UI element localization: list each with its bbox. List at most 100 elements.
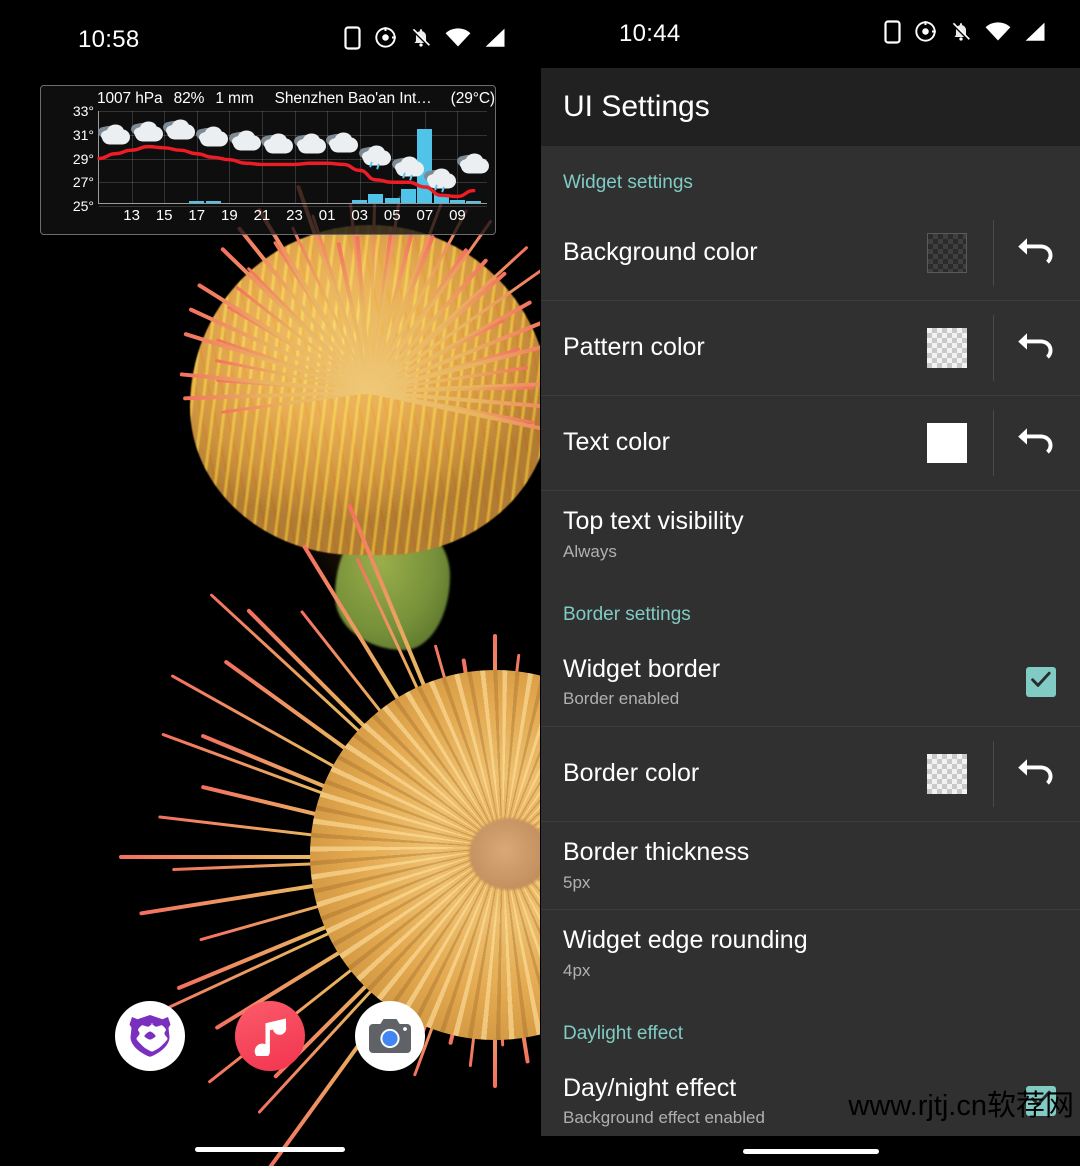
home-dock: [0, 1001, 540, 1071]
settings-row-widget-edge-rounding[interactable]: Widget edge rounding 4px: [541, 909, 1080, 997]
left-status-bar: 10:58: [0, 0, 540, 80]
row-text-group: Border thickness 5px: [563, 838, 1080, 893]
row-subtitle-top-text-visibility: Always: [563, 541, 617, 561]
x-axis-label: 23: [286, 207, 303, 224]
undo-arrow-icon: [1017, 755, 1057, 794]
y-axis-label: 27°: [72, 174, 94, 191]
undo-button-border-color[interactable]: [994, 755, 1080, 794]
section-header-2: Daylight effect: [563, 1023, 684, 1044]
settings-row-top-text-visibility[interactable]: Top text visibility Always: [541, 490, 1080, 578]
x-axis-label: 15: [155, 207, 173, 224]
weather-widget[interactable]: 1007 hPa 82% 1 mm Shenzhen Bao'an Intern…: [40, 85, 496, 235]
weather-widget-top-text: 1007 hPa 82% 1 mm Shenzhen Bao'an Intern…: [41, 88, 495, 110]
wifi-icon: [985, 21, 1011, 47]
x-axis-label: 07: [416, 207, 434, 224]
camera-icon[interactable]: [355, 1001, 425, 1071]
row-text-group: Pattern color: [563, 333, 927, 363]
left-phone-home-screen: 10:58 1007 hPa 82% 1 mm Shenzhen Bao'an …: [0, 0, 540, 1166]
row-title-pattern-color: Pattern color: [563, 333, 705, 362]
section-header-0: Widget settings: [563, 172, 693, 193]
music-player-icon[interactable]: [235, 1001, 305, 1071]
checkbox-widget-border[interactable]: [1026, 667, 1056, 697]
color-swatch-background-color[interactable]: [927, 233, 967, 273]
right-gesture-nav-pill[interactable]: [742, 1149, 879, 1154]
right-phone-ui-settings: 10:44 UI Settings Widget settings Backgr…: [540, 0, 1080, 1166]
right-status-bar: 10:44: [541, 0, 1080, 68]
undo-button-text-color[interactable]: [994, 424, 1080, 463]
settings-row-background-color[interactable]: Background color: [541, 206, 1080, 300]
y-axis-label: 31°: [72, 126, 94, 143]
color-swatch-border-color[interactable]: [927, 754, 967, 794]
cellular-signal-icon: [484, 28, 506, 53]
row-text-group: Widget edge rounding 4px: [563, 926, 1080, 981]
weather-current-temp: (29°C): [450, 90, 495, 107]
row-text-group: Top text visibility Always: [563, 507, 1080, 562]
x-axis-label: 13: [123, 207, 140, 224]
weather-humidity: 82%: [173, 90, 205, 107]
row-title-border-color: Border color: [563, 759, 700, 788]
undo-button-background-color[interactable]: [994, 234, 1080, 273]
color-swatch-pattern-color[interactable]: [927, 328, 967, 368]
settings-row-border-color[interactable]: Border color: [541, 726, 1080, 821]
sim-card-icon: [344, 25, 361, 55]
undo-arrow-icon: [1017, 329, 1057, 368]
status-icon-group: [344, 25, 506, 55]
x-axis-label: 05: [383, 207, 401, 224]
row-subtitle-widget-border: Border enabled: [563, 689, 680, 709]
row-title-border-thickness: Border thickness: [563, 838, 750, 867]
wifi-icon: [445, 27, 471, 53]
undo-button-pattern-color[interactable]: [994, 329, 1080, 368]
status-time: 10:44: [619, 20, 681, 47]
temperature-line: [97, 144, 476, 199]
row-title-widget-border: Widget border: [563, 654, 721, 683]
color-swatch-text-color[interactable]: [927, 423, 967, 463]
notifications-off-icon: [950, 20, 972, 48]
left-gesture-nav-pill[interactable]: [195, 1147, 345, 1152]
flower-head-upper: [150, 170, 540, 650]
check-icon: [1030, 670, 1052, 695]
y-axis-label: 33°: [72, 103, 94, 119]
notifications-off-icon: [410, 26, 432, 54]
x-axis-label: 21: [253, 207, 271, 224]
location-icon: [914, 20, 937, 48]
row-title-text-color: Text color: [563, 428, 670, 457]
brave-browser-icon[interactable]: [115, 1001, 185, 1071]
row-text-group: Border color: [563, 759, 927, 789]
row-text-group: Text color: [563, 428, 927, 458]
undo-arrow-icon: [1017, 424, 1057, 463]
x-axis-label: 19: [220, 207, 238, 224]
cellular-signal-icon: [1024, 22, 1046, 47]
row-text-group: Background color: [563, 238, 927, 268]
row-text-group: Widget border Border enabled: [563, 655, 1026, 710]
sim-card-icon: [884, 19, 901, 49]
x-axis-label: 09: [449, 207, 466, 224]
weather-location: Shenzhen Bao'an Internatio…: [274, 90, 440, 107]
dual-phone-screenshot: 10:58 1007 hPa 82% 1 mm Shenzhen Bao'an …: [0, 0, 1080, 1166]
x-axis-label: 17: [188, 207, 206, 224]
undo-arrow-icon: [1017, 234, 1057, 273]
y-axis-label: 29°: [72, 150, 94, 167]
settings-row-pattern-color[interactable]: Pattern color: [541, 300, 1080, 395]
row-subtitle-widget-edge-rounding: 4px: [563, 960, 591, 980]
settings-list: Widget settings Background color Pattern…: [541, 146, 1080, 1145]
watermark-text: www.rjtj.cn软荐网: [848, 1090, 1074, 1122]
weather-chart-plot: 25° 27° 29° 31° 33° 13 15 17 19 21 23 01 03 05 07 09: [73, 103, 489, 224]
weather-pressure: 1007 hPa: [97, 90, 163, 107]
status-icon-group: [884, 19, 1046, 49]
weather-precipitation: 1 mm: [215, 90, 254, 107]
settings-row-widget-border[interactable]: Widget border Border enabled: [541, 638, 1080, 726]
section-header-1: Border settings: [563, 604, 691, 625]
row-subtitle-border-thickness: 5px: [563, 872, 591, 892]
x-axis-label: 03: [351, 207, 369, 224]
location-icon: [374, 26, 397, 54]
settings-row-text-color[interactable]: Text color: [541, 395, 1080, 490]
app-header: UI Settings: [541, 68, 1080, 146]
settings-row-border-thickness[interactable]: Border thickness 5px: [541, 821, 1080, 909]
x-axis-label: 01: [318, 207, 336, 224]
y-axis-label: 25°: [72, 198, 94, 214]
flower-styles-upper: [150, 170, 540, 640]
row-title-widget-edge-rounding: Widget edge rounding: [563, 926, 808, 955]
status-time: 10:58: [78, 26, 140, 53]
row-title-top-text-visibility: Top text visibility: [563, 507, 744, 536]
row-title-background-color: Background color: [563, 238, 758, 267]
